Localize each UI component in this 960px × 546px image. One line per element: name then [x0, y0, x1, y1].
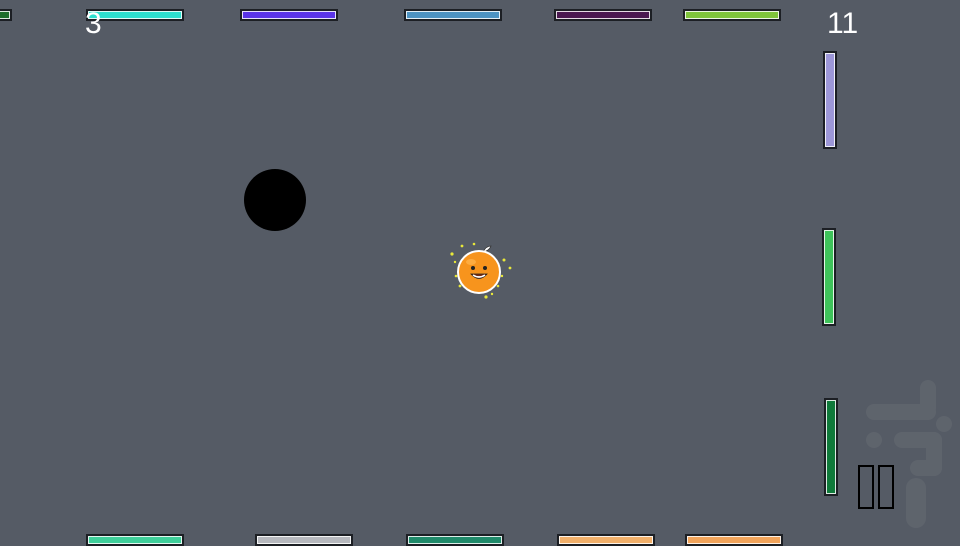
top-bar-3: [240, 9, 338, 21]
smiling-orange-icon: [450, 242, 512, 299]
top-bar-4: [404, 9, 502, 21]
score-left: 3: [85, 7, 102, 40]
pause-bar-left: [858, 465, 874, 509]
side-bar-2: [822, 228, 836, 326]
top-bar-5: [554, 9, 652, 21]
side-bar-1: [823, 51, 837, 149]
black-ball: [244, 169, 306, 231]
player-orange[interactable]: [446, 240, 516, 302]
pause-icon: [858, 465, 900, 511]
bottom-bar-1: [86, 534, 184, 546]
bottom-bar-5: [685, 534, 783, 546]
score-right: 11: [827, 7, 859, 40]
side-bar-3: [824, 398, 838, 496]
top-bar-6: [683, 9, 781, 21]
bottom-bar-3: [406, 534, 504, 546]
bottom-bar-4: [557, 534, 655, 546]
pause-bar-right: [878, 465, 894, 509]
top-bar-1: [0, 9, 12, 21]
bottom-bar-2: [255, 534, 353, 546]
pause-button[interactable]: [858, 465, 900, 511]
